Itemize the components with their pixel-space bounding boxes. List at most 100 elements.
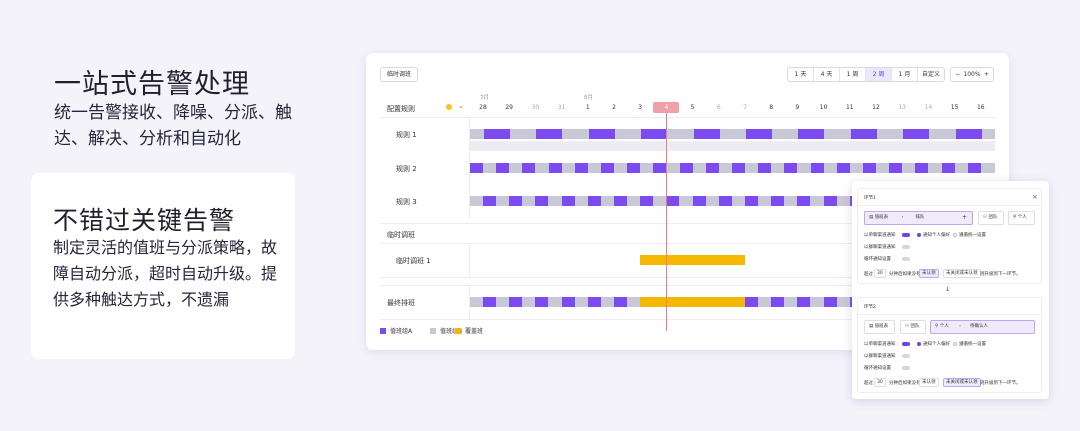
shift-block-a[interactable]: [745, 297, 758, 307]
radio-personal[interactable]: [917, 233, 921, 237]
timeout-condition-unclosed[interactable]: 未关闭或未认领: [943, 378, 981, 387]
shift-block-a[interactable]: [535, 297, 549, 307]
shift-block-a[interactable]: [863, 163, 876, 173]
shift-block-a[interactable]: [548, 163, 562, 173]
shift-block-a[interactable]: [483, 297, 496, 307]
shift-block-a[interactable]: [470, 163, 483, 173]
shift-block-a[interactable]: [509, 196, 523, 206]
timeout-input[interactable]: 30: [874, 269, 886, 278]
shift-block-a[interactable]: [484, 129, 510, 139]
radio-unified[interactable]: [953, 342, 957, 346]
override-block[interactable]: [640, 297, 745, 307]
range-custom[interactable]: 自定义: [918, 68, 944, 81]
shift-block-a[interactable]: [745, 196, 758, 206]
shift-block-a[interactable]: [574, 163, 588, 173]
shift-block-a[interactable]: [627, 163, 641, 173]
range-1-week[interactable]: 1 周: [840, 68, 866, 81]
zoom-in-button[interactable]: +: [984, 68, 989, 81]
schedule-option[interactable]: ▤ 值班表: [864, 320, 895, 334]
temp-shift-button[interactable]: 临时调班: [380, 67, 418, 82]
shift-block-a[interactable]: [810, 163, 824, 173]
shift-block-a[interactable]: [705, 163, 719, 173]
team-option[interactable]: ⚇ 团队: [900, 320, 926, 334]
shift-block-a[interactable]: [836, 163, 850, 173]
shift-block-a[interactable]: [588, 129, 615, 139]
shift-block-a[interactable]: [771, 297, 785, 307]
close-icon[interactable]: ×: [1032, 193, 1038, 201]
shift-block-a[interactable]: [522, 163, 536, 173]
shift-block-a[interactable]: [718, 196, 732, 206]
chevron-down-icon[interactable]: ⌄: [458, 102, 464, 110]
timeout-prefix: 超过: [864, 381, 873, 386]
range-2-week[interactable]: 2 周: [866, 68, 892, 81]
range-4-day[interactable]: 4 天: [814, 68, 840, 81]
range-1-day[interactable]: 1 天: [788, 68, 814, 81]
shift-block-a[interactable]: [614, 196, 627, 206]
day-header: 11: [845, 104, 854, 111]
shift-block-a[interactable]: [967, 163, 981, 173]
shift-block-a[interactable]: [692, 196, 706, 206]
plus-icon[interactable]: +: [962, 212, 967, 224]
radio-personal-label: 通知个人偏好: [923, 233, 950, 238]
override-block[interactable]: [640, 255, 745, 265]
shift-block-a[interactable]: [666, 196, 680, 206]
radio-unified[interactable]: [953, 233, 957, 237]
shift-block-a[interactable]: [784, 163, 798, 173]
lightbulb-icon[interactable]: [446, 104, 452, 110]
shift-block-a[interactable]: [823, 297, 837, 307]
shift-block-a[interactable]: [641, 129, 668, 139]
shift-block-a[interactable]: [535, 196, 549, 206]
team-option[interactable]: ⚇ 团队: [978, 211, 1004, 225]
shift-block-a[interactable]: [746, 129, 772, 139]
timeout-input[interactable]: 30: [874, 378, 886, 387]
shift-block-a[interactable]: [640, 196, 654, 206]
shift-block-a[interactable]: [823, 196, 837, 206]
repeat-toggle[interactable]: [902, 257, 910, 261]
shift-block-a[interactable]: [797, 196, 811, 206]
rule-label: 规则 3: [396, 198, 417, 206]
node2-target-path[interactable]: ⚲ 个人 › 待确认人: [930, 320, 1035, 334]
shift-block-a[interactable]: [587, 297, 601, 307]
radio-personal[interactable]: [917, 342, 921, 346]
shift-block-a[interactable]: [941, 163, 955, 173]
day-header: 8: [769, 104, 774, 111]
shift-block-a[interactable]: [758, 163, 772, 173]
notify-group-toggle[interactable]: [902, 245, 910, 249]
shift-block-a[interactable]: [509, 297, 523, 307]
shift-block-a[interactable]: [732, 163, 745, 173]
shift-block-a[interactable]: [679, 163, 693, 173]
range-1-month[interactable]: 1 月: [892, 68, 918, 81]
radio-unified-label: 遵循统一设置: [959, 233, 986, 238]
shift-block-a[interactable]: [601, 163, 614, 173]
notify-group-toggle[interactable]: [902, 354, 910, 358]
shift-block-a[interactable]: [496, 163, 510, 173]
shift-block-a[interactable]: [955, 129, 982, 139]
repeat-toggle[interactable]: [902, 366, 910, 370]
shift-block-a[interactable]: [771, 196, 785, 206]
shift-block-a[interactable]: [798, 129, 825, 139]
notify-toggle[interactable]: [902, 233, 910, 237]
shift-block-a[interactable]: [915, 163, 929, 173]
timeout-condition-unclosed[interactable]: 未关闭或未认领: [943, 269, 981, 278]
zoom-out-button[interactable]: −: [955, 68, 960, 81]
timeout-condition-unclaimed[interactable]: 未认领: [919, 269, 939, 278]
shift-block-a[interactable]: [889, 163, 903, 173]
temp-shift-section: 临时调班: [387, 231, 415, 239]
shift-block-a[interactable]: [561, 196, 575, 206]
timeout-condition-unclaimed[interactable]: 未认领: [919, 378, 939, 387]
shift-block-a[interactable]: [903, 129, 930, 139]
shift-block-a[interactable]: [797, 297, 811, 307]
shift-block-a[interactable]: [587, 196, 601, 206]
shift-block-a[interactable]: [653, 163, 667, 173]
radio-unified-label: 遵循统一设置: [959, 342, 986, 347]
node1-target-path[interactable]: ▤ 值班表 › 排队 +: [864, 211, 973, 225]
shift-block-a[interactable]: [850, 129, 877, 139]
shift-block-a[interactable]: [483, 196, 496, 206]
shift-block-a[interactable]: [614, 297, 627, 307]
shift-block-a[interactable]: [693, 129, 720, 139]
notify-toggle[interactable]: [902, 342, 910, 346]
shift-block-a[interactable]: [561, 297, 575, 307]
person-option[interactable]: ⚲ 个人: [1008, 211, 1035, 225]
legend-item: 值班组A: [380, 326, 412, 335]
shift-block-a[interactable]: [536, 129, 563, 139]
